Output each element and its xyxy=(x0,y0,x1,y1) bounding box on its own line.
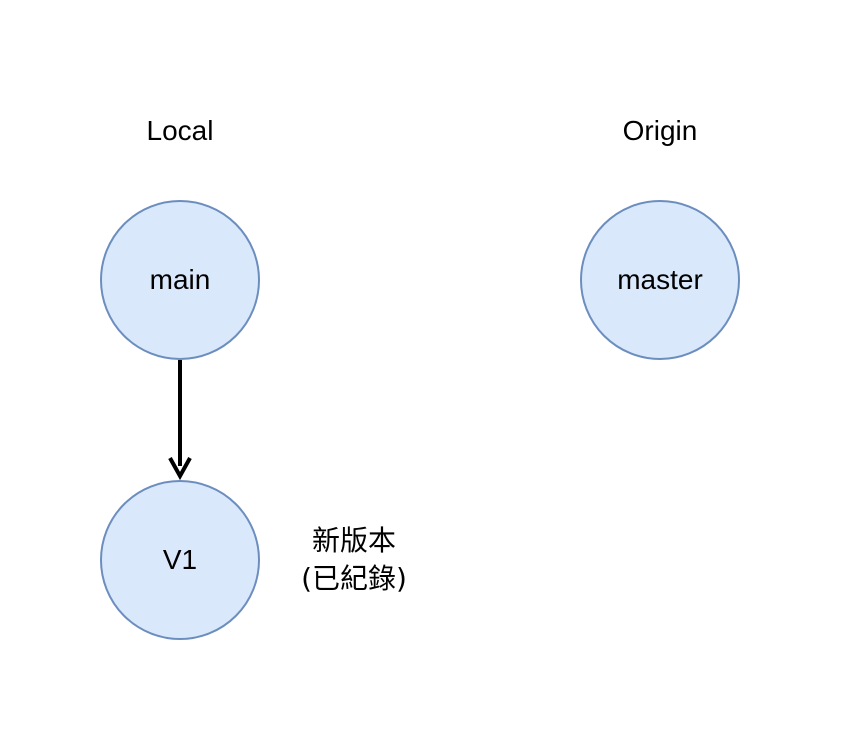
commit-note-line1: 新版本 xyxy=(311,524,396,557)
connector-layer xyxy=(168,360,192,481)
diagram-canvas: Local Origin main master V1 新版本 (已紀錄) xyxy=(0,0,842,742)
commit-note: 新版本 (已紀錄) xyxy=(284,522,424,598)
v1-commit-node: V1 xyxy=(100,480,260,640)
v1-commit-label: V1 xyxy=(162,544,198,575)
commit-note-line2: (已紀錄) xyxy=(301,562,407,595)
